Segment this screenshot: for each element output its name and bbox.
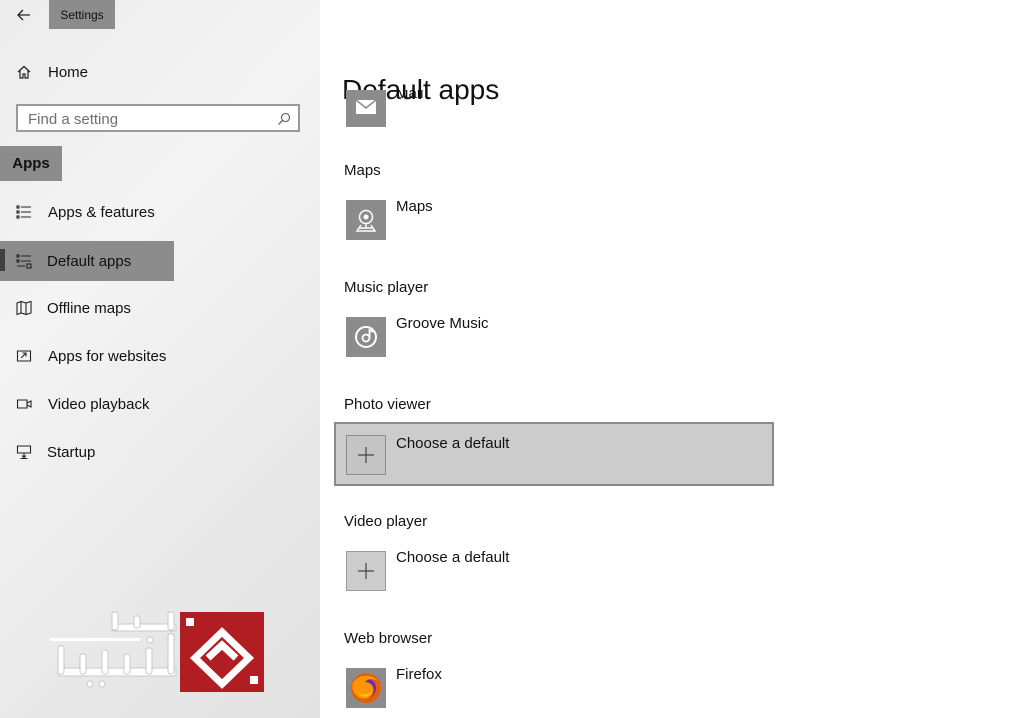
app-name: Firefox [396, 666, 442, 683]
category-label-photo-viewer: Photo viewer [344, 396, 431, 413]
sidebar-item-label: Apps for websites [48, 347, 167, 365]
home-icon [17, 65, 31, 79]
firefox-icon [346, 668, 386, 708]
app-tile-groove-music[interactable]: Groove Music [334, 312, 774, 376]
back-arrow-icon [17, 9, 30, 21]
sidebar-item-apps-features[interactable]: Apps & features [0, 193, 174, 231]
search-input[interactable]: Find a setting [16, 104, 300, 132]
sidebar-item-default-apps[interactable]: Default apps [0, 241, 174, 281]
category-label-video-player: Video player [344, 513, 428, 530]
app-tile-photo-viewer-choose-default[interactable]: Choose a default [334, 422, 774, 486]
selection-indicator [0, 249, 5, 271]
plus-icon [346, 435, 386, 475]
app-tile-mail[interactable]: Mail [334, 90, 774, 146]
sidebar-item-label: Startup [47, 443, 96, 461]
sidebar-item-home[interactable]: Home [0, 53, 320, 91]
startup-icon [16, 445, 32, 460]
sidebar-item-label: Video playback [48, 395, 150, 413]
sidebar-item-label: Home [48, 63, 89, 81]
category-label-maps: Maps [344, 162, 381, 179]
sidebar-item-offline-maps[interactable]: Offline maps [0, 289, 174, 327]
search-placeholder: Find a setting [28, 111, 119, 128]
main-pane: Default apps Mail Maps Maps Music player… [320, 0, 1027, 718]
app-name: Choose a default [396, 435, 510, 452]
sidebar-item-label: Offline maps [47, 299, 131, 317]
sidebar-item-apps-for-websites[interactable]: Apps for websites [0, 337, 174, 375]
category-label-web-browser: Web browser [344, 630, 433, 647]
section-label-apps: Apps [0, 146, 62, 181]
sidebar: Settings Home Find a setting Apps Apps &… [0, 0, 320, 718]
plus-icon [346, 551, 386, 591]
app-name: Choose a default [396, 549, 510, 566]
app-tile-video-player-choose-default[interactable]: Choose a default [334, 546, 774, 610]
category-label-music-player: Music player [344, 279, 429, 296]
app-name: Mail [396, 90, 424, 102]
default-apps-list[interactable]: Mail Maps Maps Music player Groove Music… [320, 90, 1027, 718]
mail-icon [346, 90, 386, 127]
app-name: Maps [396, 198, 433, 215]
list-icon [16, 205, 31, 219]
watermark-logo [50, 611, 264, 692]
sidebar-item-startup[interactable]: Startup [0, 433, 174, 471]
maps-icon [346, 200, 386, 240]
window-title: Settings [49, 0, 115, 29]
app-tile-maps[interactable]: Maps [334, 195, 774, 259]
map-icon [16, 300, 32, 316]
default-apps-icon [16, 254, 32, 269]
app-tile-firefox[interactable]: Firefox [334, 663, 774, 718]
back-button[interactable] [0, 0, 48, 30]
groove-music-icon [346, 317, 386, 357]
video-camera-icon [16, 399, 32, 409]
sidebar-item-label: Apps & features [48, 203, 155, 221]
search-icon [278, 112, 291, 125]
sidebar-item-label: Default apps [47, 252, 132, 270]
open-link-icon [16, 350, 32, 362]
sidebar-item-video-playback[interactable]: Video playback [0, 385, 174, 423]
app-name: Groove Music [396, 315, 489, 332]
